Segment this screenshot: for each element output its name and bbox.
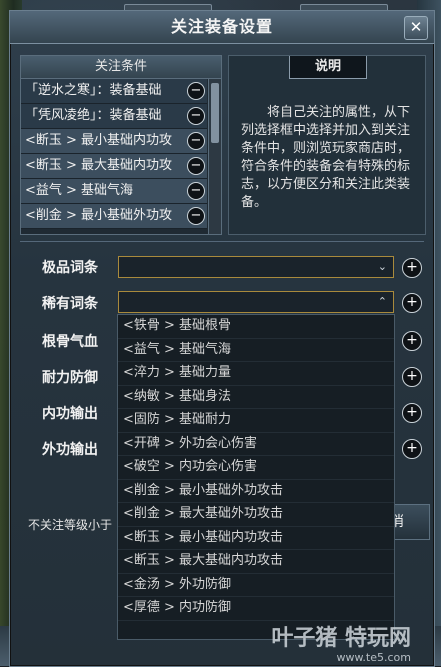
remove-condition-button[interactable]: − [187, 207, 205, 225]
row-label-constitution-hp: 根骨气血 [42, 334, 98, 350]
conditions-panel: 关注条件 「逆水之寒」：装备基础 − 「凭风凌绝」：装备基础 − <断玉 > 最… [20, 55, 222, 235]
dropdown-option[interactable]: <固防 > 基础耐力 [118, 409, 394, 433]
remove-condition-button[interactable]: − [187, 82, 205, 100]
minus-icon: − [190, 108, 202, 123]
add-internal-output-button[interactable]: + [402, 403, 422, 423]
row-label-external-output: 外功输出 [42, 442, 98, 458]
chevron-up-icon: ⌃ [377, 295, 387, 308]
dropdown-option[interactable]: <纳敏 > 基础身法 [118, 386, 394, 409]
add-premium-affix-button[interactable]: + [402, 258, 422, 278]
condition-label: <削金 > 最小基础外功攻 [25, 208, 173, 223]
condition-item[interactable]: 「凭风凌绝」：装备基础 − [21, 104, 207, 129]
add-rare-affix-button[interactable]: + [402, 293, 422, 313]
dropdown-option[interactable]: <厚德 > 内功防御 [118, 597, 394, 621]
condition-item[interactable]: <断玉 > 最小基础内功攻 − [21, 129, 207, 154]
dropdown-option[interactable]: <断玉 > 最大基础内功攻击 [118, 550, 394, 574]
add-endurance-defense-button[interactable]: + [402, 367, 422, 387]
description-text: 将自己关注的属性，从下列选择框中选择并加入到关注条件中，则浏览玩家商店时，符合条… [241, 105, 411, 210]
minus-icon: − [190, 208, 202, 223]
row-label-rare-affix: 稀有词条 [42, 296, 98, 312]
plus-icon: + [406, 259, 418, 275]
chevron-down-icon: ⌄ [377, 260, 387, 273]
plus-icon: + [406, 368, 418, 384]
conditions-list: 「逆水之寒」：装备基础 − 「凭风凌绝」：装备基础 − <断玉 > 最小基础内功… [21, 79, 207, 229]
dialog-title: 关注装备设置 [10, 11, 434, 44]
rare-affix-select[interactable]: ⌃ [118, 291, 394, 313]
add-external-output-button[interactable]: + [402, 439, 422, 459]
premium-affix-select[interactable]: ⌄ [118, 256, 394, 278]
close-icon: ✕ [409, 18, 423, 36]
condition-label: 「凭风凌绝」：装备基础 [25, 108, 162, 123]
dropdown-option[interactable]: <益气 > 基础气海 [118, 339, 394, 362]
add-constitution-hp-button[interactable]: + [402, 331, 422, 351]
close-button[interactable]: ✕ [404, 16, 428, 40]
remove-condition-button[interactable]: − [187, 157, 205, 175]
minus-icon: − [190, 133, 202, 148]
dropdown-option[interactable]: <淬力 > 基础力量 [118, 362, 394, 386]
condition-item[interactable]: <削金 > 最小基础外功攻 − [21, 204, 207, 229]
conditions-header: 关注条件 [21, 56, 221, 79]
row-label-premium-affix: 极品词条 [42, 260, 98, 276]
condition-label: <断玉 > 最小基础内功攻 [25, 133, 173, 148]
dropdown-option[interactable]: <开碑 > 外功会心伤害 [118, 433, 394, 456]
conditions-scrollbar[interactable] [208, 79, 221, 234]
condition-item[interactable]: 「逆水之寒」：装备基础 − [21, 79, 207, 104]
plus-icon: + [406, 440, 418, 456]
dropdown-option[interactable]: <金汤 > 外功防御 [118, 574, 394, 597]
plus-icon: + [406, 404, 418, 420]
remove-condition-button[interactable]: − [187, 132, 205, 150]
divider [20, 241, 424, 242]
remove-condition-button[interactable]: − [187, 182, 205, 200]
minus-icon: − [190, 83, 202, 98]
condition-item[interactable]: <益气 > 基础气海 − [21, 179, 207, 204]
minus-icon: − [190, 183, 202, 198]
description-tab[interactable]: 说明 [289, 56, 367, 79]
dropdown-option[interactable]: <破空 > 内功会心伤害 [118, 456, 394, 480]
plus-icon: + [406, 294, 418, 310]
condition-label: <断玉 > 最大基础内功攻 [25, 158, 173, 173]
remove-condition-button[interactable]: − [187, 107, 205, 125]
row-label-endurance-defense: 耐力防御 [42, 370, 98, 386]
condition-label: 「逆水之寒」：装备基础 [25, 83, 162, 98]
minus-icon: − [190, 158, 202, 173]
dropdown-option[interactable]: <断玉 > 最小基础内功攻击 [118, 527, 394, 550]
row-label-internal-output: 内功输出 [42, 406, 98, 422]
dropdown-option[interactable]: <削金 > 最大基础外功攻击 [118, 503, 394, 527]
description-panel: 说明 将自己关注的属性，从下列选择框中选择并加入到关注条件中，则浏览玩家商店时，… [228, 55, 426, 235]
watermark-brand: 叶子猪 特玩网 [271, 626, 411, 651]
dropdown-option[interactable]: <削金 > 最小基础外功攻击 [118, 480, 394, 503]
scrollbar-thumb[interactable] [211, 83, 219, 143]
rare-affix-dropdown-list: <铁骨 > 基础根骨 <益气 > 基础气海 <淬力 > 基础力量 <纳敏 > 基… [117, 314, 395, 640]
watermark-url: www.te5.com [336, 651, 411, 664]
condition-label: <益气 > 基础气海 [25, 183, 134, 198]
dropdown-option[interactable]: <铁骨 > 基础根骨 [118, 315, 394, 339]
plus-icon: + [406, 332, 418, 348]
min-level-label: 不关注等级小于 [28, 518, 113, 532]
condition-item[interactable]: <断玉 > 最大基础内功攻 − [21, 154, 207, 179]
